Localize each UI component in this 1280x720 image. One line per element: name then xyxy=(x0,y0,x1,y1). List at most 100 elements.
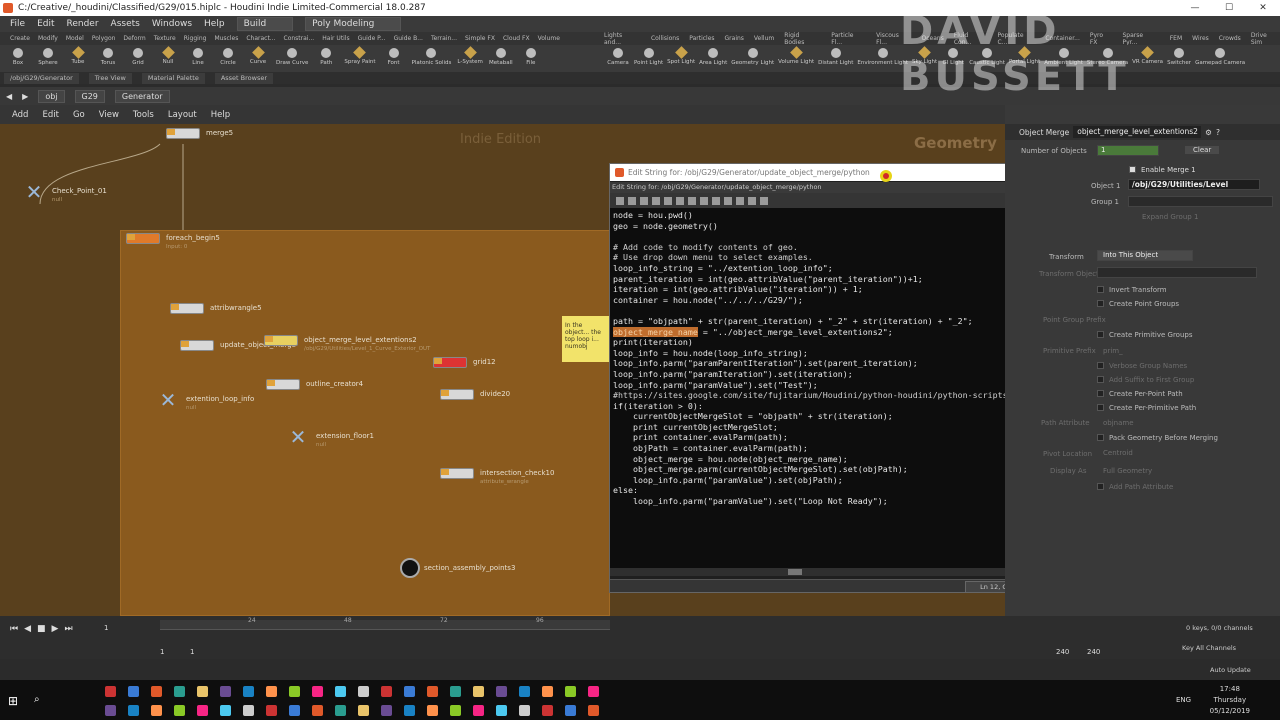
transform-dropdown[interactable]: Into This Object xyxy=(1097,250,1193,261)
shelf-tool-right-1[interactable]: Point Light xyxy=(634,45,663,72)
taskbar-app-icon[interactable] xyxy=(565,705,576,716)
taskbar-app-icon[interactable] xyxy=(197,686,208,697)
shelf-tool-7[interactable]: Circle xyxy=(216,45,240,72)
taskbar-app-icon[interactable] xyxy=(358,686,369,697)
shelf-tab-right-4[interactable]: Vellum xyxy=(754,35,774,42)
taskbar-app-icon[interactable] xyxy=(243,705,254,716)
sop-node-icon[interactable] xyxy=(440,389,474,400)
net-menu-tools[interactable]: Tools xyxy=(133,110,154,120)
shelf-tab-right-6[interactable]: Particle Fl... xyxy=(831,32,866,46)
shelf-tab-right-0[interactable]: Lights and... xyxy=(604,32,641,46)
menu-file[interactable]: File xyxy=(10,19,25,29)
pivot-location-dropdown[interactable]: Centroid xyxy=(1103,449,1133,457)
sop-node-icon[interactable] xyxy=(433,357,467,368)
shelf-tool-right-4[interactable]: Geometry Light xyxy=(731,45,774,72)
number-of-objects-field[interactable]: 1 xyxy=(1097,145,1159,156)
desktop-selector[interactable]: Poly Modeling xyxy=(305,17,402,31)
display-as-dropdown[interactable]: Full Geometry xyxy=(1103,467,1152,475)
net-menu-add[interactable]: Add xyxy=(12,110,28,120)
code-editor[interactable]: node = hou.pwd() geo = node.geometry() # … xyxy=(610,208,1032,568)
net-menu-help[interactable]: Help xyxy=(211,110,230,120)
shelf-tool-4[interactable]: Grid xyxy=(126,45,150,72)
shelf-tab-12[interactable]: Guide B... xyxy=(394,35,423,42)
taskbar-app-icon[interactable] xyxy=(473,705,484,716)
group1-field[interactable] xyxy=(1128,196,1273,207)
shelf-tab-5[interactable]: Texture xyxy=(154,35,176,42)
pane-tab-tree-view[interactable]: Tree View xyxy=(88,72,132,84)
shelf-tool-5[interactable]: Null xyxy=(156,45,180,72)
menu-windows[interactable]: Windows xyxy=(152,19,192,29)
taskbar-app-icon[interactable] xyxy=(335,686,346,697)
taskbar-app-icon[interactable] xyxy=(588,686,599,697)
sop-node-icon[interactable] xyxy=(266,379,300,390)
null-node-icon[interactable]: ✕ xyxy=(286,427,310,447)
transform-object-field[interactable] xyxy=(1097,267,1257,278)
taskbar-app-icon[interactable] xyxy=(197,705,208,716)
net-menu-layout[interactable]: Layout xyxy=(168,110,197,120)
sop-node-icon[interactable] xyxy=(440,468,474,479)
expand-group-button[interactable]: Expand Group 1 xyxy=(1142,213,1198,221)
forward-arrow-icon[interactable]: ▶ xyxy=(22,92,28,101)
pane-tab-asset-browser[interactable]: Asset Browser xyxy=(214,72,274,84)
verbose-group-names-checkbox[interactable]: Verbose Group Names xyxy=(1097,362,1187,370)
shelf-tool-right-2[interactable]: Spot Light xyxy=(667,45,695,72)
search-icon[interactable]: ⌕ xyxy=(34,694,40,705)
shelf-tool-right-3[interactable]: Area Light xyxy=(699,45,727,72)
font-icon[interactable] xyxy=(748,196,756,205)
taskbar-app-icon[interactable] xyxy=(427,686,438,697)
primitive-prefix-value[interactable]: prim_ xyxy=(1103,347,1123,355)
taskbar-app-icon[interactable] xyxy=(266,686,277,697)
taskbar-app-icon[interactable] xyxy=(473,686,484,697)
menu-assets[interactable]: Assets xyxy=(111,19,140,29)
per-primitive-path-checkbox[interactable]: Create Per-Primitive Path xyxy=(1097,404,1196,412)
shelf-tool-15[interactable]: Metaball xyxy=(489,45,513,72)
start-frame-field[interactable]: 1 xyxy=(160,648,164,656)
shelf-tab-right-5[interactable]: Rigid Bodies xyxy=(784,32,821,46)
breadcrumb-obj[interactable]: obj xyxy=(38,89,65,103)
shelf-tab-8[interactable]: Charact... xyxy=(246,35,275,42)
sop-node-icon[interactable] xyxy=(126,233,160,244)
taskbar-app-icon[interactable] xyxy=(496,705,507,716)
menu-render[interactable]: Render xyxy=(67,19,99,29)
replace-icon[interactable] xyxy=(688,196,696,205)
shelf-tab-16[interactable]: Volume xyxy=(538,35,560,42)
cut-icon[interactable] xyxy=(640,196,648,205)
shelf-tool-1[interactable]: Sphere xyxy=(36,45,60,72)
taskbar-app-icon[interactable] xyxy=(496,686,507,697)
shelf-tool-right-6[interactable]: Distant Light xyxy=(818,45,853,72)
shelf-tab-15[interactable]: Cloud FX xyxy=(503,35,530,42)
shelf-tool-8[interactable]: Curve xyxy=(246,45,270,72)
taskbar-app-icon[interactable] xyxy=(404,686,415,697)
sticky-note[interactable]: In the object... the top loop i... numob… xyxy=(562,316,610,362)
shelf-tab-right-1[interactable]: Collisions xyxy=(651,35,679,42)
clock[interactable]: 17:48 Thursday 05/12/2019 xyxy=(1210,684,1250,717)
taskbar-app-icon[interactable] xyxy=(542,686,553,697)
end-frame-field[interactable]: 240 xyxy=(1056,648,1069,656)
per-point-path-checkbox[interactable]: Create Per-Point Path xyxy=(1097,390,1183,398)
create-primitive-groups-checkbox[interactable]: Create Primitive Groups xyxy=(1097,331,1193,339)
comment-icon[interactable] xyxy=(724,196,732,205)
shelf-tool-2[interactable]: Tube xyxy=(66,45,90,72)
invert-transform-checkbox[interactable]: Invert Transform xyxy=(1097,286,1167,294)
net-menu-view[interactable]: View xyxy=(99,110,119,120)
taskbar-app-icon[interactable] xyxy=(312,705,323,716)
node-name-field[interactable]: object_merge_level_extentions2 xyxy=(1073,126,1202,138)
add-path-attribute-checkbox[interactable]: Add Path Attribute xyxy=(1097,483,1173,491)
sop-node-icon[interactable] xyxy=(180,340,214,351)
taskbar-app-icon[interactable] xyxy=(220,686,231,697)
shelf-tab-right-2[interactable]: Particles xyxy=(689,35,714,42)
taskbar-app-icon[interactable] xyxy=(358,705,369,716)
uncomment-icon[interactable] xyxy=(736,196,744,205)
sop-node-icon[interactable] xyxy=(170,303,204,314)
pack-geometry-checkbox[interactable]: Pack Geometry Before Merging xyxy=(1097,434,1218,442)
end-frame-field-b[interactable]: 240 xyxy=(1087,648,1100,656)
output-node-icon[interactable] xyxy=(400,558,420,578)
taskbar-app-icon[interactable] xyxy=(128,686,139,697)
taskbar-app-icon[interactable] xyxy=(427,705,438,716)
shelf-tool-6[interactable]: Line xyxy=(186,45,210,72)
redo-icon[interactable] xyxy=(628,196,636,205)
sop-node-icon[interactable] xyxy=(264,335,298,346)
shelf-tab-9[interactable]: Constrai... xyxy=(284,35,315,42)
shelf-tool-12[interactable]: Font xyxy=(382,45,406,72)
shelf-tab-14[interactable]: Simple FX xyxy=(465,35,495,42)
